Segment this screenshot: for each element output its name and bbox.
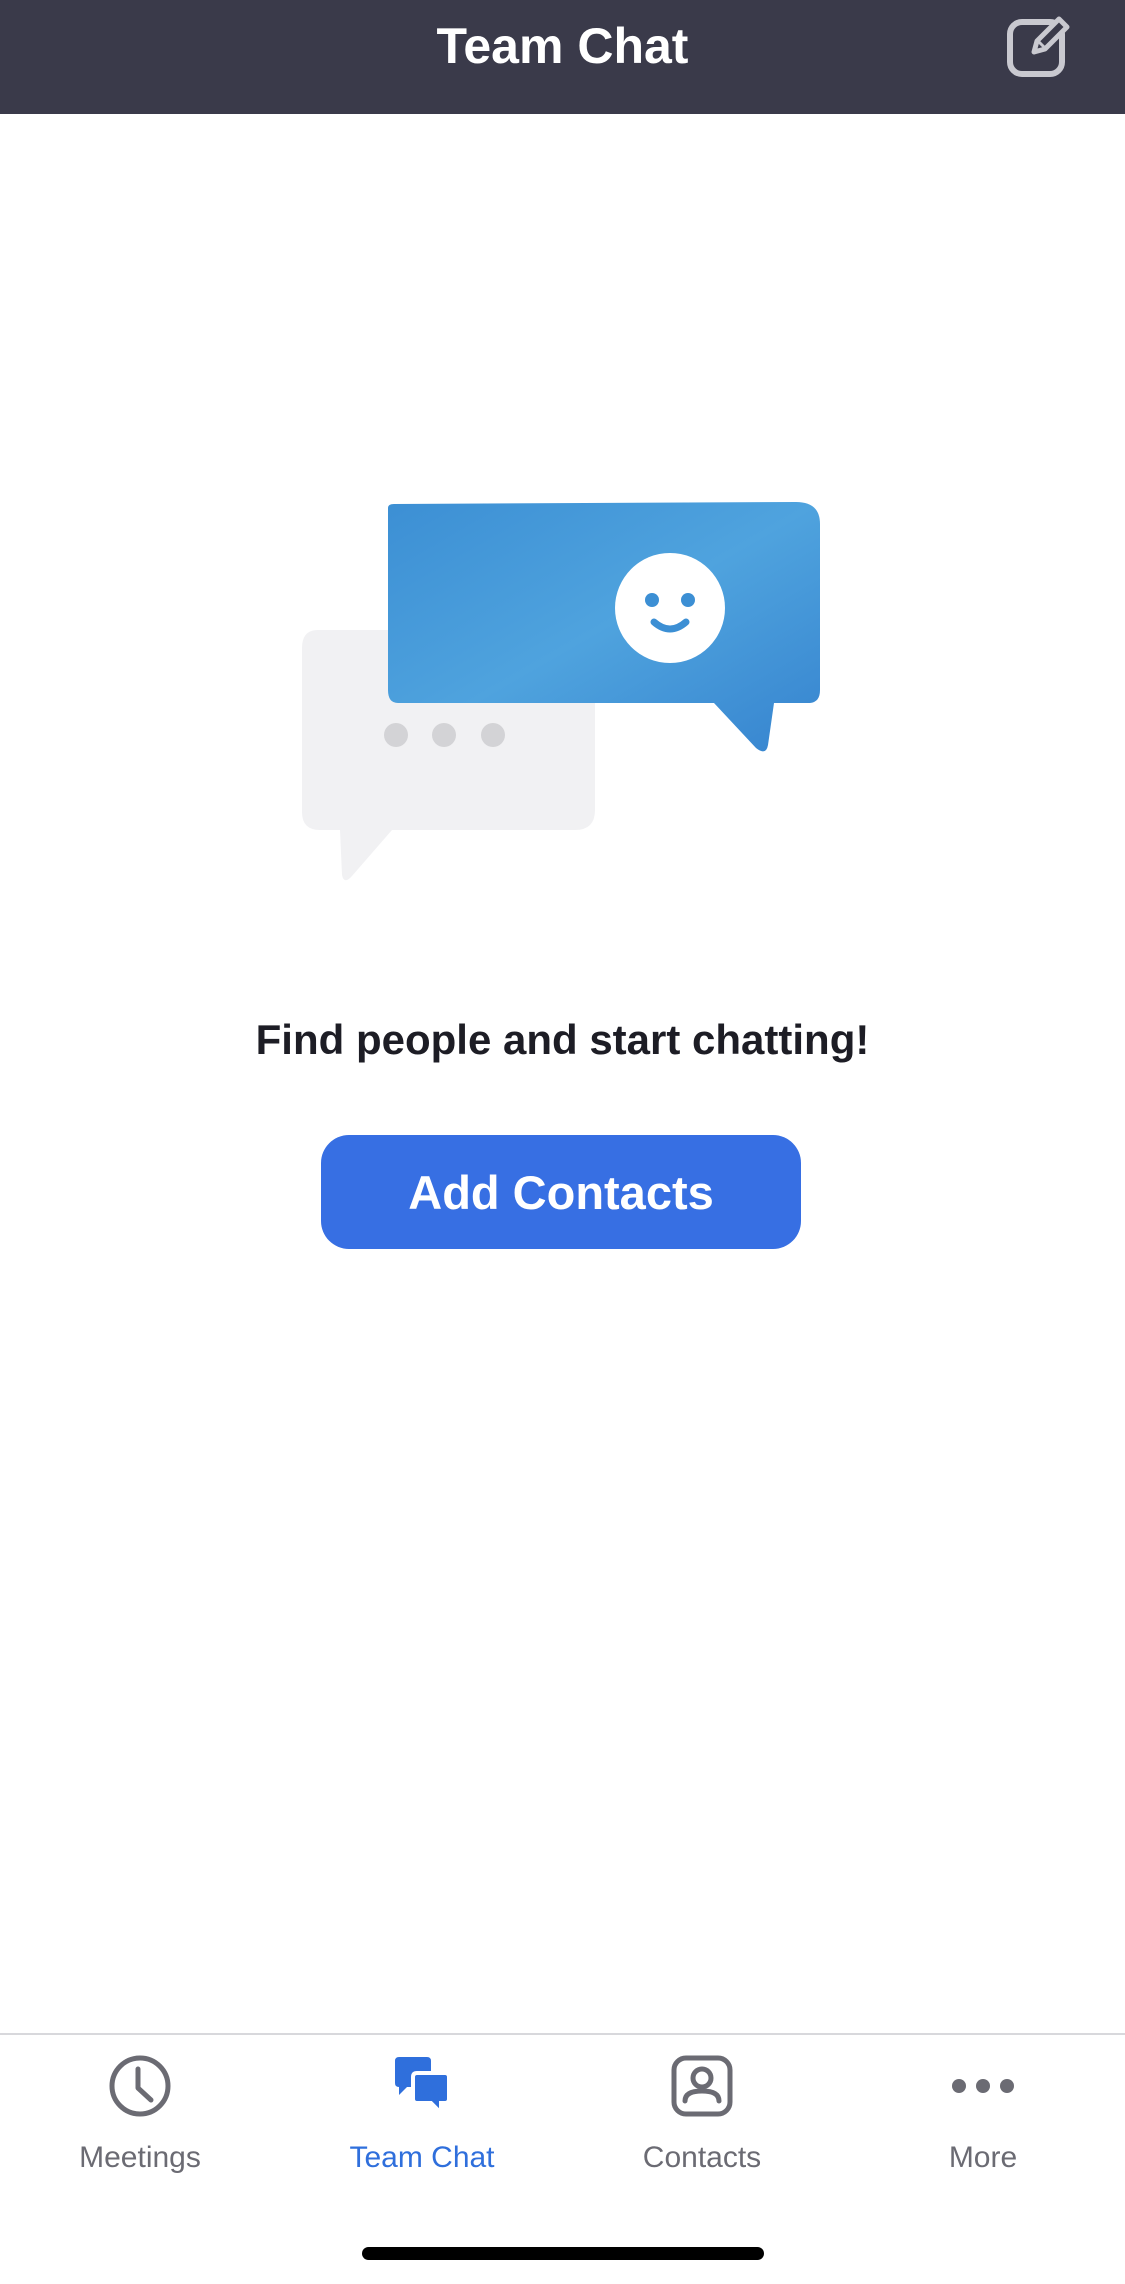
compose-button[interactable]: [1004, 10, 1074, 80]
tab-label-meetings: Meetings: [79, 2141, 201, 2174]
top-nav-bar: Team Chat: [0, 0, 1125, 114]
tab-more[interactable]: More: [873, 2053, 1093, 2203]
chat-bubbles-icon: [395, 2057, 451, 2118]
tab-meetings[interactable]: Meetings: [30, 2053, 250, 2203]
tab-label-more: More: [948, 2141, 1018, 2174]
tab-contacts[interactable]: Contacts: [592, 2053, 812, 2203]
team-chat-screen: Team Chat Find people and start chatting…: [0, 0, 1125, 2284]
chat-illustration: [302, 502, 820, 881]
tab-team-chat[interactable]: Team Chat: [312, 2053, 532, 2203]
add-contacts-button[interactable]: Add Contacts: [321, 1135, 801, 1249]
page-title: Team Chat: [436, 18, 689, 74]
empty-state-message: Find people and start chatting!: [255, 1016, 870, 1063]
compose-icon: [1007, 16, 1070, 77]
more-dots-icon: [952, 2079, 1014, 2093]
tab-label-contacts: Contacts: [642, 2141, 762, 2174]
home-indicator[interactable]: [362, 2247, 764, 2260]
tab-label-team-chat: Team Chat: [349, 2141, 495, 2174]
clock-icon: [109, 2055, 171, 2117]
contact-card-icon: [671, 2055, 733, 2117]
